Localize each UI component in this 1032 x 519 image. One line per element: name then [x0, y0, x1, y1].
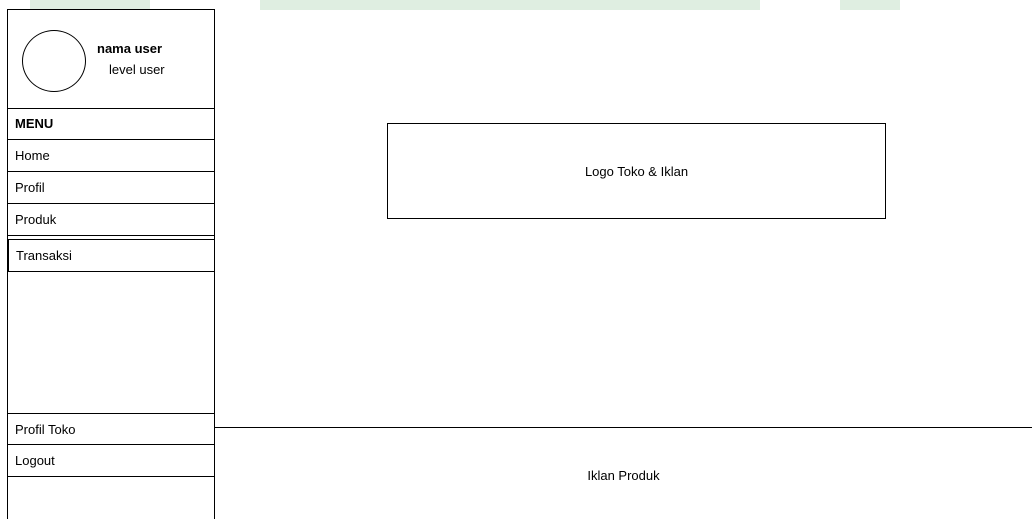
sidebar: nama user level user MENU Home Profil Pr… — [7, 9, 215, 519]
background-strip — [840, 0, 900, 10]
background-strip — [260, 0, 760, 10]
avatar[interactable] — [22, 30, 86, 92]
sidebar-item-produk[interactable]: Produk — [8, 204, 214, 236]
sidebar-item-profil-toko[interactable]: Profil Toko — [8, 413, 214, 445]
sidebar-item-profil[interactable]: Profil — [8, 172, 214, 204]
banner-label: Logo Toko & Iklan — [584, 163, 689, 179]
store-logo-banner: Logo Toko & Iklan — [387, 123, 886, 219]
user-level: level user — [109, 62, 165, 77]
sidebar-item-home[interactable]: Home — [8, 140, 214, 172]
sidebar-item-logout[interactable]: Logout — [8, 445, 214, 477]
user-name: nama user — [97, 41, 163, 56]
menu-title: MENU — [8, 108, 214, 140]
content-divider — [215, 427, 1032, 428]
user-profile: nama user level user — [8, 10, 214, 109]
sidebar-item-transaksi[interactable]: Transaksi — [8, 239, 215, 272]
product-ad-label: Iklan Produk — [587, 468, 660, 483]
